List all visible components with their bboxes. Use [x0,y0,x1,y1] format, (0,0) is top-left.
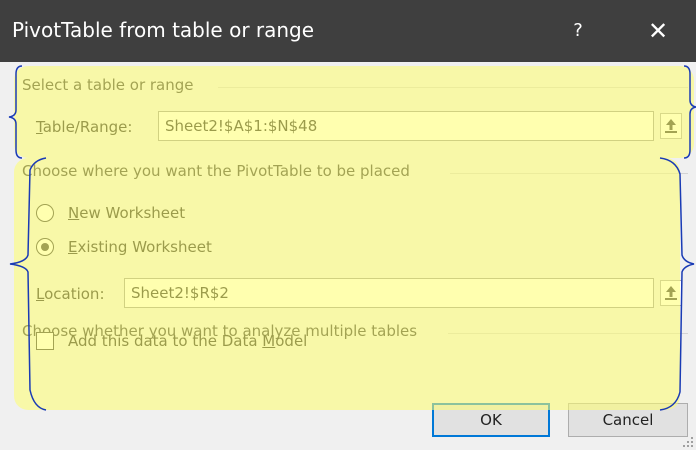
left-brace-placement [9,157,47,411]
right-brace-range [683,65,696,159]
left-brace-range [8,65,23,159]
right-brace-placement [659,157,695,411]
pivottable-dialog: PivotTable from table or range ? ✕ Selec… [0,0,696,450]
bracket-annotations [8,65,696,411]
